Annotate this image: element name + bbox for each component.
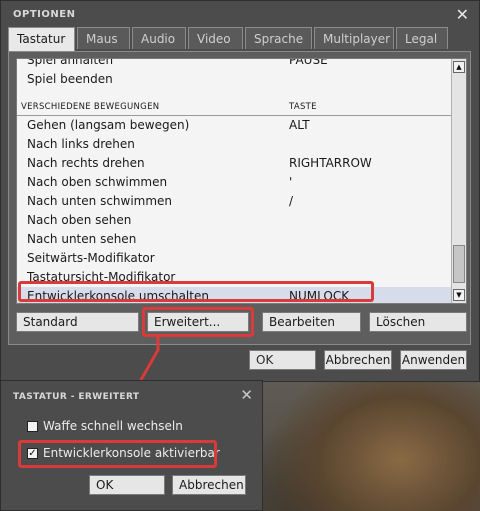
list-item[interactable]: Nach unten schwimmen / (17, 192, 454, 211)
loeschen-button[interactable]: Löschen (369, 312, 467, 332)
action-label: Nach rechts drehen (27, 156, 145, 170)
list-item[interactable]: Seitwärts-Modifikator (17, 249, 454, 268)
highlight-entwicklerkonsole-option (18, 440, 217, 468)
tab-sprache[interactable]: Sprache (245, 27, 312, 49)
close-icon[interactable]: ✕ (456, 5, 469, 24)
section-header: VERSCHIEDENE BEWEGUNGEN TASTE (17, 97, 454, 116)
tab-video[interactable]: Video (188, 27, 243, 49)
list-item[interactable]: Nach unten sehen (17, 230, 454, 249)
list-item[interactable]: Nach rechts drehen RIGHTARROW (17, 154, 454, 173)
scrollbar-thumb[interactable] (453, 245, 465, 283)
action-label: Nach oben schwimmen (27, 175, 168, 189)
tab-bar: Tastatur Maus Audio Video Sprache Multip… (8, 27, 448, 51)
scroll-up-icon[interactable]: ▲ (453, 61, 465, 73)
tab-audio[interactable]: Audio (132, 27, 186, 49)
list-item[interactable]: Nach oben sehen (17, 211, 454, 230)
list-item[interactable]: Nach links drehen (17, 135, 454, 154)
key-label: RIGHTARROW (289, 156, 372, 170)
checkbox-unchecked-icon[interactable] (27, 421, 38, 432)
scroll-down-icon[interactable]: ▼ (453, 289, 465, 301)
action-label: Spiel beenden (27, 72, 113, 86)
highlight-erweitert-button (142, 307, 254, 337)
action-label: Nach links drehen (27, 137, 135, 151)
keybinding-list[interactable]: Spiel anhalten PAUSE Spiel beenden VERSC… (16, 58, 467, 304)
list-item[interactable]: Gehen (langsam bewegen) ALT (17, 116, 454, 135)
action-label: Gehen (langsam bewegen) (27, 118, 190, 132)
key-label: ALT (289, 118, 310, 132)
section-header-key: TASTE (289, 102, 317, 112)
dialog-abbrechen-button[interactable]: Abbrechen (172, 475, 246, 495)
title-bar: OPTIONEN ✕ (1, 1, 479, 29)
action-label: Nach unten sehen (27, 232, 137, 246)
ok-button[interactable]: OK (249, 350, 316, 370)
scrollbar[interactable]: ▲ ▼ (451, 59, 466, 303)
key-label: ' (289, 175, 293, 189)
action-label: Nach oben sehen (27, 213, 132, 227)
tab-maus[interactable]: Maus (77, 27, 130, 49)
standard-button[interactable]: Standard (16, 312, 139, 332)
dialog-title: TASTATUR - ERWEITERT (13, 392, 140, 402)
list-item[interactable]: Spiel anhalten PAUSE (17, 58, 454, 70)
tab-tastatur[interactable]: Tastatur (8, 27, 75, 51)
key-label: / (289, 194, 294, 208)
action-label: Spiel anhalten (27, 58, 114, 67)
anwenden-button[interactable]: Anwenden (400, 350, 467, 370)
dialog-ok-button[interactable]: OK (89, 475, 165, 495)
tab-legal[interactable]: Legal (396, 27, 448, 49)
options-window: OPTIONEN ✕ Tastatur Maus Audio Video Spr… (0, 0, 480, 382)
highlight-selected-row (18, 281, 374, 302)
dialog-close-icon[interactable]: ✕ (240, 386, 253, 404)
list-item[interactable]: Spiel beenden (17, 70, 454, 89)
advanced-keyboard-dialog: TASTATUR - ERWEITERT ✕ Waffe schnell wec… (0, 380, 263, 511)
window-title: OPTIONEN (13, 9, 76, 20)
key-label: PAUSE (289, 58, 328, 67)
action-label: Nach unten schwimmen (27, 194, 173, 208)
list-item[interactable]: Nach oben schwimmen ' (17, 173, 454, 192)
abbrechen-button[interactable]: Abbrechen (324, 350, 392, 370)
option-label: Waffe schnell wechseln (43, 419, 183, 433)
keyboard-panel: Spiel anhalten PAUSE Spiel beenden VERSC… (8, 51, 471, 345)
tab-multiplayer[interactable]: Multiplayer (314, 27, 394, 49)
action-label: Seitwärts-Modifikator (27, 251, 155, 265)
section-header-action: VERSCHIEDENE BEWEGUNGEN (21, 102, 160, 112)
bearbeiten-button[interactable]: Bearbeiten (262, 312, 361, 332)
